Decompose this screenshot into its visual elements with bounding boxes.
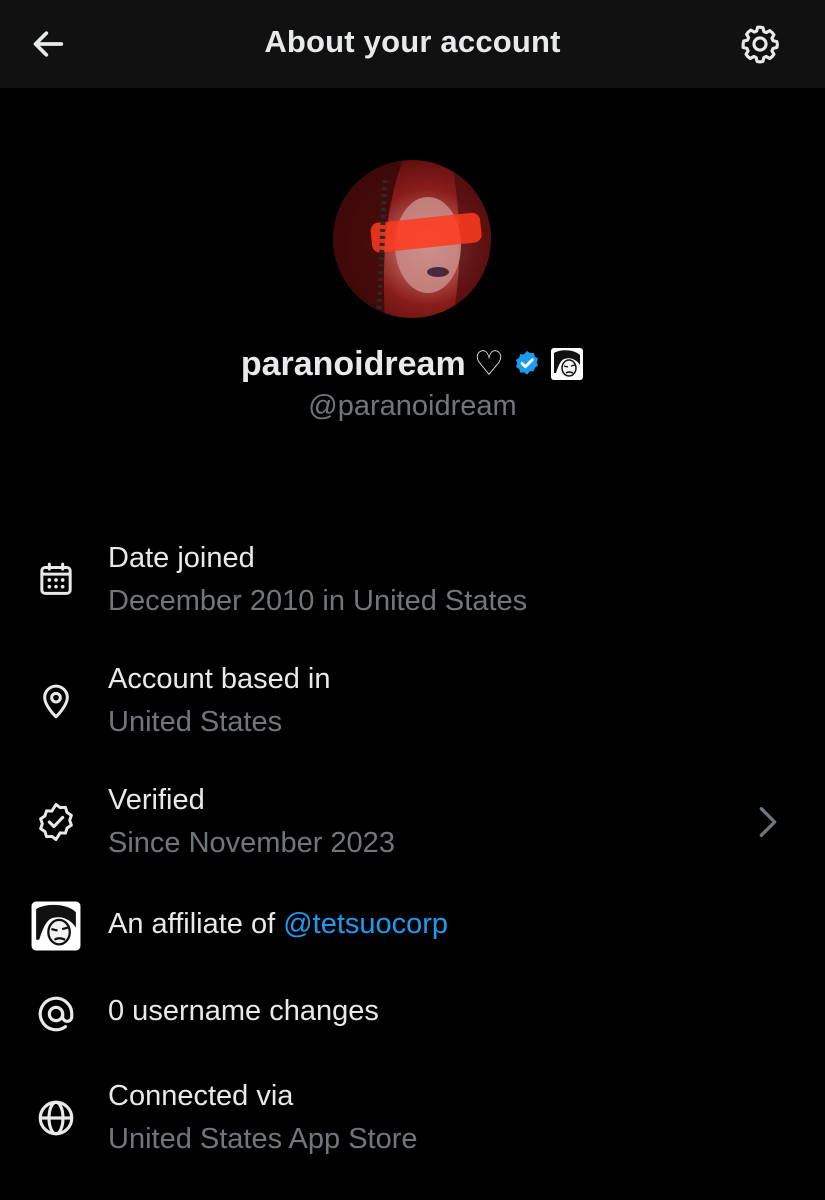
settings-button[interactable] [736,20,784,68]
connected-via-label: Connected via [108,1080,294,1112]
verified-label: Verified [108,784,205,816]
username-changes-label: 0 username changes [108,995,379,1027]
affiliate-avatar-icon[interactable] [30,900,82,952]
connected-via-value: United States App Store [108,1123,418,1155]
date-joined-value: December 2010 in United States [108,585,528,617]
verified-value: Since November 2023 [108,827,395,859]
verified-badge-outline-icon [30,796,82,848]
display-name: paranoidream [240,344,466,383]
top-app-bar: About your account [0,0,825,88]
affiliate-text: An affiliate of @tetsuocorp [108,908,448,941]
date-joined-row: Date joined December 2010 in United Stat… [0,540,825,620]
connected-via-row: Connected via United States App Store [0,1078,825,1158]
calendar-icon [30,554,82,606]
gear-icon [741,25,779,64]
date-joined-label: Date joined [108,542,255,574]
profile-avatar[interactable] [333,160,491,318]
account-based-label: Account based in [108,663,331,695]
account-based-value: United States [108,706,283,738]
heart-symbol: ♡ [473,345,505,383]
affiliate-prefix: An affiliate of [108,908,276,940]
verified-check-icon [516,350,539,375]
globe-icon [30,1092,82,1144]
profile-handle: @paranoidream [308,390,517,422]
affiliate-row: An affiliate of @tetsuocorp [0,898,825,954]
verified-row[interactable]: Verified Since November 2023 [0,782,825,862]
profile-name-row: paranoidream ♡ [0,344,825,384]
username-changes-row: 0 username changes [0,988,825,1040]
location-pin-icon [30,675,82,727]
affiliate-badge-icon [551,348,584,380]
chevron-right-icon [748,798,788,846]
page-title: About your account [264,24,561,59]
account-based-row: Account based in United States [0,661,825,741]
affiliate-link[interactable]: @tetsuocorp [283,908,448,940]
at-sign-icon [30,988,82,1040]
